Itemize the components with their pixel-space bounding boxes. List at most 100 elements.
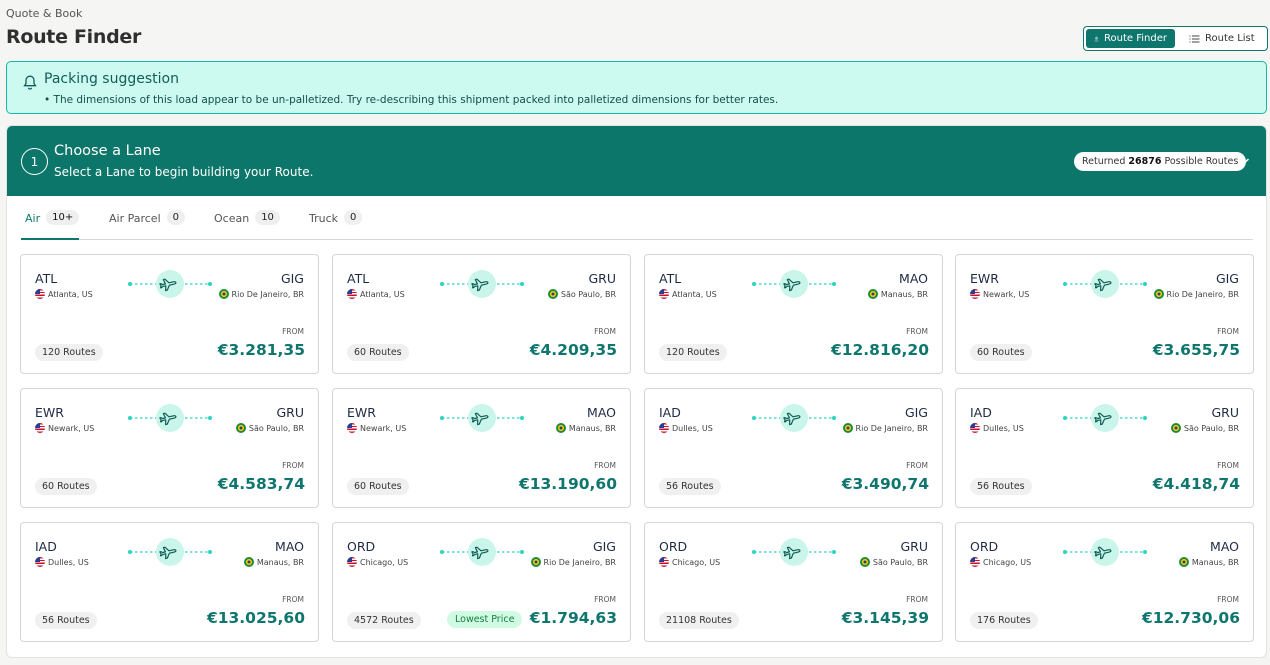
- br-flag-icon: [243, 557, 254, 567]
- origin-code: EWR: [347, 405, 376, 420]
- lane-card[interactable]: ATL Atlanta, US GRU São Paulo, BR FROM 60 Rou…: [332, 254, 631, 374]
- routes-count-badge: 56 Routes: [970, 478, 1032, 495]
- us-flag-icon: [35, 289, 45, 299]
- lane-subtitle: Select a Lane to begin building your Rou…: [54, 165, 314, 179]
- view-toggle: Route Finder Route List: [1083, 26, 1268, 51]
- from-label: FROM: [906, 461, 928, 470]
- tab-air[interactable]: Air 10+: [21, 210, 80, 240]
- bell-icon: [23, 75, 37, 90]
- routes-count-badge: 56 Routes: [35, 612, 97, 629]
- destination-city: Rio De Janeiro, BR: [1153, 289, 1239, 299]
- lane-price: €3.281,35: [217, 341, 305, 359]
- alert-title: Packing suggestion: [44, 71, 179, 87]
- page-title: Route Finder: [6, 26, 142, 48]
- origin-city-label: Dulles, US: [48, 557, 89, 567]
- us-flag-icon: [347, 423, 357, 433]
- br-flag-icon: [555, 423, 566, 433]
- from-label: FROM: [594, 461, 616, 470]
- origin-city: Newark, US: [347, 423, 406, 433]
- lane-price: €4.418,74: [1152, 475, 1240, 493]
- airplane-route-icon: [440, 538, 524, 566]
- routes-count-badge: 60 Routes: [35, 478, 97, 495]
- destination-code: GIG: [280, 271, 304, 286]
- origin-city: Newark, US: [970, 289, 1029, 299]
- lane-card[interactable]: ATL Atlanta, US MAO Manaus, BR FROM 120 Route…: [644, 254, 943, 374]
- br-flag-icon: [859, 557, 870, 567]
- tab-ocean[interactable]: Ocean 10: [214, 210, 280, 240]
- origin-city-label: Chicago, US: [360, 557, 409, 567]
- from-label: FROM: [1217, 595, 1239, 604]
- routes-count-badge: 120 Routes: [659, 344, 727, 361]
- origin-city: Atlanta, US: [659, 289, 717, 299]
- route-list-toggle-button[interactable]: Route List: [1175, 29, 1263, 48]
- routes-count-badge: 60 Routes: [347, 478, 409, 495]
- from-label: FROM: [906, 595, 928, 604]
- br-flag-icon: [1153, 289, 1164, 299]
- tab-truck[interactable]: Truck 0: [309, 210, 363, 240]
- routes-count-badge: 21108 Routes: [659, 612, 739, 629]
- destination-city: São Paulo, BR: [547, 289, 616, 299]
- destination-city: Rio De Janeiro, BR: [842, 423, 928, 433]
- from-label: FROM: [594, 327, 616, 336]
- us-flag-icon: [659, 557, 669, 567]
- origin-city: Chicago, US: [347, 557, 408, 567]
- from-label: FROM: [594, 595, 616, 604]
- destination-code: GIG: [592, 539, 616, 554]
- origin-code: ORD: [347, 539, 376, 554]
- lane-price: €13.190,60: [518, 475, 617, 493]
- destination-code: GIG: [1215, 271, 1239, 286]
- lane-card[interactable]: IAD Dulles, US GIG Rio De Janeiro, BR FROM 56…: [644, 388, 943, 508]
- airplane-route-icon: [1063, 270, 1147, 298]
- lane-card[interactable]: EWR Newark, US GRU São Paulo, BR FROM 60 Rout…: [20, 388, 319, 508]
- destination-code: GRU: [900, 539, 928, 554]
- lane-card[interactable]: IAD Dulles, US GRU São Paulo, BR FROM 56 Rout…: [955, 388, 1254, 508]
- tab-air-count: 10+: [46, 210, 80, 225]
- lane-price: €12.816,20: [830, 341, 929, 359]
- destination-city-label: Rio De Janeiro, BR: [231, 289, 304, 299]
- origin-city-label: Newark, US: [48, 423, 95, 433]
- origin-code: ORD: [970, 539, 999, 554]
- lowest-price-badge: Lowest Price: [447, 611, 523, 628]
- mode-tabs: Air 10+ Air Parcel 0 Ocean 10 Truck 0: [21, 208, 1253, 240]
- lane-card[interactable]: IAD Dulles, US MAO Manaus, BR FROM 56 Routes €…: [20, 522, 319, 642]
- lane-price: €3.145,39: [841, 609, 929, 627]
- origin-code: IAD: [970, 405, 992, 420]
- route-finder-toggle-label: Route Finder: [1104, 33, 1167, 44]
- choose-lane-header[interactable]: 1 Choose a Lane Select a Lane to begin b…: [7, 126, 1266, 196]
- origin-city-label: Chicago, US: [983, 557, 1032, 567]
- tab-truck-count: 0: [344, 210, 363, 225]
- airplane-route-icon: [440, 404, 524, 432]
- destination-city-label: Manaus, BR: [256, 557, 304, 567]
- origin-city-label: Chicago, US: [672, 557, 721, 567]
- lane-card[interactable]: EWR Newark, US MAO Manaus, BR FROM 60 Routes €…: [332, 388, 631, 508]
- chevron-down-icon[interactable]: [1237, 154, 1251, 168]
- routes-count-badge: 56 Routes: [659, 478, 721, 495]
- returned-routes-badge: Returned 26876 Possible Routes: [1074, 152, 1247, 171]
- origin-city: Chicago, US: [970, 557, 1031, 567]
- lane-card[interactable]: ORD Chicago, US GRU São Paulo, BR FROM 21108 …: [644, 522, 943, 642]
- routes-count-badge: 60 Routes: [970, 344, 1032, 361]
- destination-city: Manaus, BR: [867, 289, 928, 299]
- origin-code: ORD: [659, 539, 688, 554]
- airplane-route-icon: [752, 538, 836, 566]
- lane-price: €1.794,63: [529, 609, 617, 627]
- destination-city: Rio De Janeiro, BR: [218, 289, 304, 299]
- route-finder-toggle-button[interactable]: Route Finder: [1086, 29, 1175, 48]
- lane-price: €3.490,74: [841, 475, 929, 493]
- origin-city-label: Atlanta, US: [360, 289, 405, 299]
- tab-air-parcel[interactable]: Air Parcel 0: [109, 210, 186, 240]
- lane-card[interactable]: EWR Newark, US GIG Rio De Janeiro, BR FROM 60…: [955, 254, 1254, 374]
- destination-code: GRU: [276, 405, 304, 420]
- returned-count: 26876: [1128, 156, 1162, 167]
- lane-card[interactable]: ORD Chicago, US GIG Rio De Janeiro, BR FROM 4…: [332, 522, 631, 642]
- origin-code: ATL: [347, 271, 370, 286]
- lane-card[interactable]: ATL Atlanta, US GIG Rio De Janeiro, BR FROM 1…: [20, 254, 319, 374]
- us-flag-icon: [659, 423, 669, 433]
- origin-city: Chicago, US: [659, 557, 720, 567]
- destination-city: Manaus, BR: [1178, 557, 1239, 567]
- from-label: FROM: [1217, 461, 1239, 470]
- origin-code: EWR: [970, 271, 999, 286]
- from-label: FROM: [282, 595, 304, 604]
- lane-card[interactable]: ORD Chicago, US MAO Manaus, BR FROM 176 Route…: [955, 522, 1254, 642]
- origin-city-label: Atlanta, US: [48, 289, 93, 299]
